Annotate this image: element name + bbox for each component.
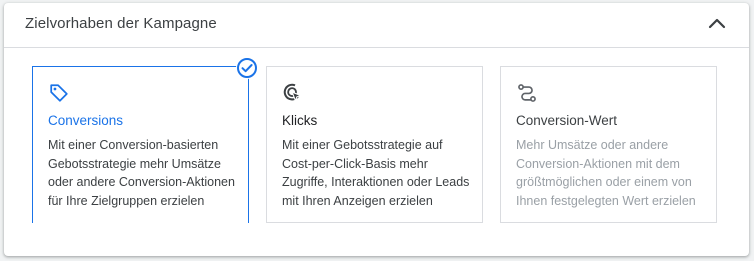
goal-card-conversions[interactable]: Conversions Mit einer Conversion-basiert…: [32, 66, 249, 223]
card-title: Conversions: [48, 113, 124, 128]
card-description: Mehr Umsätze oder andere Conversion-Akti…: [516, 138, 696, 208]
goal-card-clicks[interactable]: Klicks Mit einer Gebotsstrategie auf Cos…: [266, 66, 483, 223]
card-title: Klicks: [282, 113, 318, 128]
selected-badge: [236, 57, 258, 79]
check-circle-icon: [237, 58, 257, 78]
card-description: Mit einer Gebotsstrategie auf Cost-per-C…: [282, 138, 470, 208]
panel-title: Zielvorhaben der Kampagne: [25, 15, 217, 32]
card-title: Conversion-Wert: [516, 113, 618, 128]
cursor-click-icon: [283, 83, 302, 102]
panel-header[interactable]: Zielvorhaben der Kampagne: [4, 3, 749, 48]
tag-icon: [50, 84, 68, 102]
conversion-path-icon: [518, 84, 536, 102]
goal-card-conversion-value[interactable]: Conversion-Wert Mehr Umsätze oder andere…: [500, 66, 717, 223]
collapse-button[interactable]: [704, 11, 730, 37]
card-description: Mit einer Conversion-basierten Gebotsstr…: [48, 138, 235, 208]
chevron-up-icon: [708, 18, 726, 29]
